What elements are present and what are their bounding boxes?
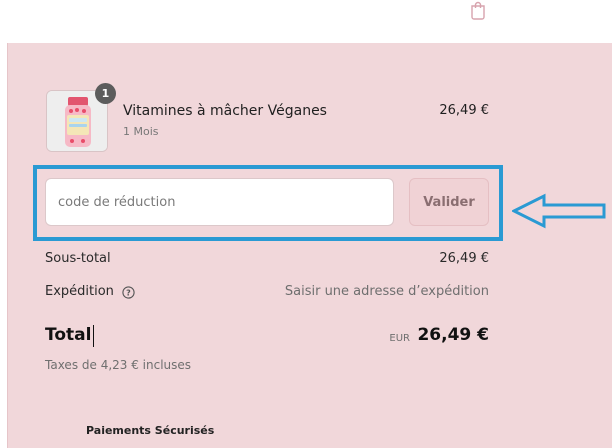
- total-value: 26,49 €: [417, 325, 489, 345]
- secure-payments-title: Paiements Sécurisés: [86, 424, 215, 437]
- shopping-bag-icon[interactable]: [468, 0, 488, 20]
- tax-note: Taxes de 4,23 € incluses: [45, 358, 192, 372]
- shipping-label: Expédition: [45, 284, 114, 299]
- text-cursor: [93, 325, 94, 347]
- product-price: 26,49 €: [439, 103, 489, 118]
- total-label: Total: [45, 325, 92, 345]
- apply-discount-button[interactable]: Valider: [409, 178, 489, 226]
- svg-text:?: ?: [126, 289, 131, 298]
- left-arrow-icon: [512, 193, 606, 229]
- question-circle-icon[interactable]: ?: [122, 286, 135, 299]
- quantity-badge: 1: [95, 83, 116, 104]
- subtotal-value: 26,49 €: [439, 251, 489, 266]
- discount-code-input[interactable]: [45, 178, 394, 226]
- product-variant: 1 Mois: [123, 125, 159, 138]
- product-name: Vitamines à mâcher Véganes: [123, 103, 327, 119]
- subtotal-label: Sous-total: [45, 251, 111, 266]
- currency-code: EUR: [389, 333, 410, 344]
- top-bar: [0, 0, 612, 43]
- shipping-value: Saisir une adresse d’expédition: [284, 284, 489, 299]
